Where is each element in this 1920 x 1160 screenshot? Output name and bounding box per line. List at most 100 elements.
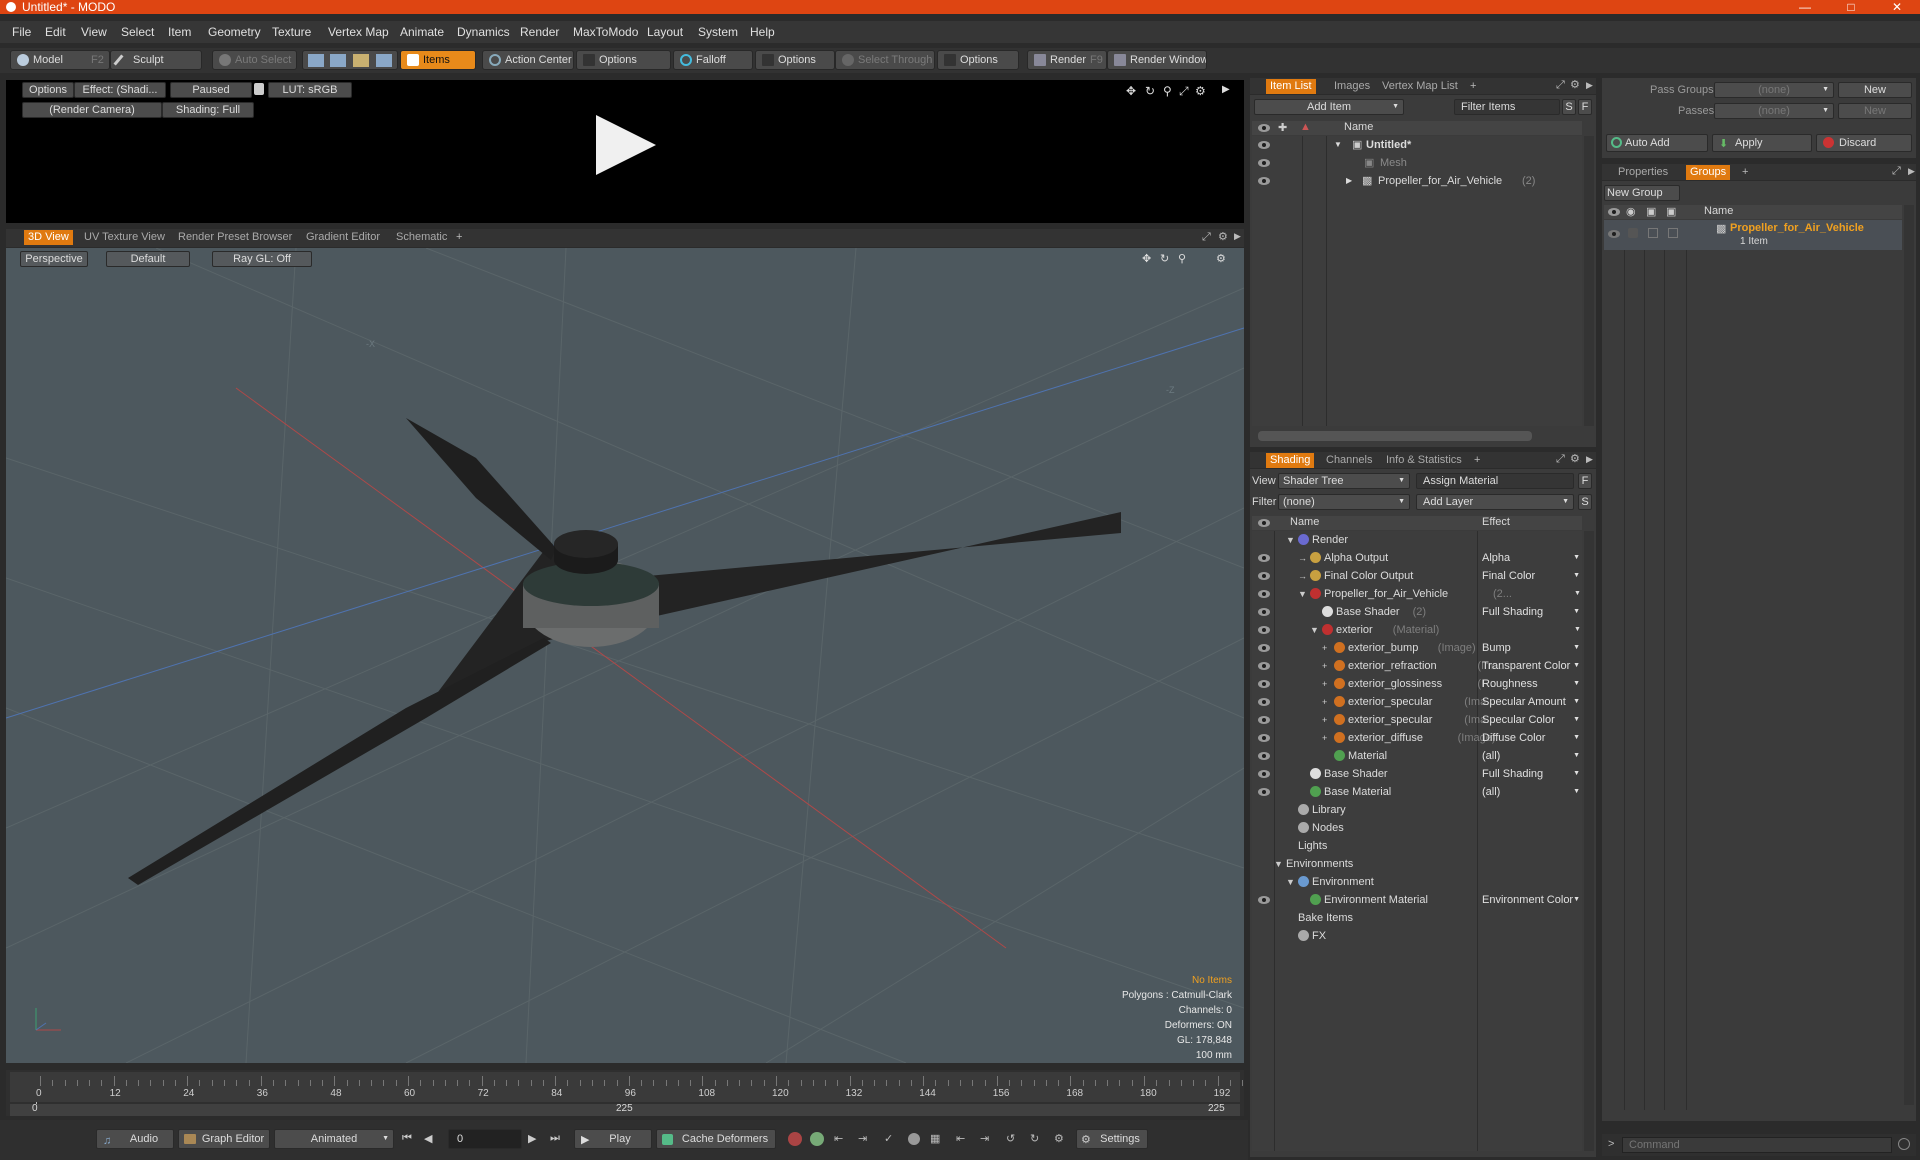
effect-dropdown[interactable]: Alpha ▼ xyxy=(1482,549,1582,567)
preview-effect-dropdown[interactable]: Effect: (Shadi... xyxy=(74,82,166,98)
tab-groups[interactable]: Groups xyxy=(1686,165,1731,180)
expand-plus-icon[interactable]: → xyxy=(1298,567,1307,585)
itemlist-gear-icon[interactable]: ⚙ xyxy=(1570,78,1580,91)
visibility-icon[interactable] xyxy=(1258,662,1270,670)
sculpt-button[interactable]: Sculpt xyxy=(110,50,202,70)
itemlist-s-button[interactable]: S xyxy=(1562,99,1576,115)
shader-row[interactable]: Bake Items xyxy=(1252,909,1582,927)
shader-row[interactable]: + exterior_diffuse (Image) Diffuse Color ▼ xyxy=(1252,729,1582,747)
shading-f-button[interactable]: F xyxy=(1578,473,1592,489)
visibility-icon[interactable] xyxy=(1608,230,1620,238)
audio-button[interactable]: ♫ Audio xyxy=(96,1129,174,1149)
effect-dropdown[interactable]: Transparent Color ▼ xyxy=(1482,657,1582,675)
passes-dropdown[interactable]: (none) xyxy=(1714,103,1834,119)
action-center-options-button[interactable]: Options xyxy=(576,50,671,70)
last-frame-icon[interactable]: ⏭ xyxy=(550,1132,560,1145)
menu-help[interactable]: Help xyxy=(750,21,775,43)
shader-row[interactable]: Base Shader Full Shading ▼ xyxy=(1252,765,1582,783)
itemlist-scrollbar[interactable] xyxy=(1584,136,1594,426)
raygl-toggle[interactable]: Ray GL: Off xyxy=(212,251,312,267)
record-icon[interactable] xyxy=(908,1133,920,1145)
visibility-icon[interactable] xyxy=(1258,770,1270,778)
effect-dropdown[interactable]: (all) ▼ xyxy=(1482,783,1582,801)
itemlist-f-button[interactable]: F xyxy=(1578,99,1592,115)
effect-dropdown[interactable]: Final Color ▼ xyxy=(1482,567,1582,585)
tab-item-list[interactable]: Item List xyxy=(1266,79,1316,94)
groups-maximize-icon[interactable]: ⤢ xyxy=(1892,165,1901,178)
shader-row[interactable]: + exterior_refraction (Im... Transparent Co… xyxy=(1252,657,1582,675)
shader-row[interactable]: Library xyxy=(1252,801,1582,819)
shader-row[interactable]: Base Shader (2) Full Shading ▼ xyxy=(1252,603,1582,621)
frame-input[interactable]: 0 xyxy=(448,1129,522,1149)
shader-tree-scrollbar[interactable] xyxy=(1584,531,1594,1151)
add-tab-icon[interactable]: + xyxy=(456,230,462,245)
tab-channels[interactable]: Channels xyxy=(1326,453,1372,468)
tab-properties[interactable]: Properties xyxy=(1618,165,1668,180)
shader-row[interactable]: Material (all) ▼ xyxy=(1252,747,1582,765)
timeline[interactable]: 0 12 24 36 48 60 72 84 96 108 120 132 144 156 168 180 19… xyxy=(6,1070,1428,1116)
add-tab-icon[interactable]: + xyxy=(1474,453,1480,468)
visibility-icon[interactable] xyxy=(1258,698,1270,706)
command-input[interactable] xyxy=(1622,1137,1892,1153)
add-tab-icon[interactable]: + xyxy=(1470,79,1476,94)
tab-3d-view[interactable]: 3D View xyxy=(24,230,73,245)
visibility-icon[interactable] xyxy=(1258,716,1270,724)
visibility-icon[interactable] xyxy=(1258,626,1270,634)
lut-dropdown[interactable]: LUT: sRGB xyxy=(268,82,352,98)
auto-select-button[interactable]: Auto Select xyxy=(212,50,297,70)
play-button[interactable]: ▶ Play xyxy=(574,1129,652,1149)
shader-row[interactable]: ▼ Environments xyxy=(1252,855,1582,873)
expand-arrow-icon[interactable]: ▼ xyxy=(1286,873,1295,891)
view-dropdown[interactable]: Shader Tree xyxy=(1278,473,1410,489)
menu-system[interactable]: System xyxy=(698,21,738,43)
menu-edit[interactable]: Edit xyxy=(45,21,66,43)
next-key-icon[interactable]: ▶ xyxy=(528,1132,536,1145)
expand-plus-icon[interactable]: + xyxy=(1322,657,1327,675)
expand-arrow-icon[interactable]: ▼ xyxy=(1286,531,1295,549)
expand-arrow-icon[interactable]: ▼ xyxy=(1274,855,1283,873)
range-bar[interactable]: 0 225 225 xyxy=(10,1103,1240,1116)
visibility-icon[interactable] xyxy=(1258,788,1270,796)
select-through-options-button[interactable]: Options xyxy=(937,50,1019,70)
new-group-button[interactable]: New Group xyxy=(1604,185,1680,201)
lock-icon[interactable] xyxy=(254,83,264,95)
expand-plus-icon[interactable]: + xyxy=(1322,639,1327,657)
shader-row[interactable]: Base Material (all) ▼ xyxy=(1252,783,1582,801)
viewport-rotate-icon[interactable]: ↻ xyxy=(1160,252,1169,265)
command-history-icon[interactable] xyxy=(1898,1138,1910,1150)
expand-arrow-icon[interactable]: ▶ xyxy=(1346,172,1352,190)
menu-item[interactable]: Item xyxy=(168,21,191,43)
preview-options-button[interactable]: Options xyxy=(22,82,74,98)
groups-scrollbar[interactable] xyxy=(1904,205,1914,1105)
expand-arrow-icon[interactable]: ▼ xyxy=(1334,136,1342,154)
viewport-menu-arrow-icon[interactable]: ▶ xyxy=(1234,231,1241,242)
shader-row[interactable]: ▼ Environment xyxy=(1252,873,1582,891)
visibility-icon[interactable] xyxy=(1258,590,1270,598)
visibility-icon[interactable] xyxy=(1258,752,1270,760)
step-back-icon[interactable]: ⇤ xyxy=(956,1132,965,1145)
preview-zoom-icon[interactable]: ⚲ xyxy=(1163,84,1172,98)
effect-dropdown[interactable]: Diffuse Color ▼ xyxy=(1482,729,1582,747)
shading-gear-icon[interactable]: ⚙ xyxy=(1570,452,1580,465)
visibility-icon[interactable] xyxy=(1258,554,1270,562)
3d-viewport[interactable]: -X -Z Perspective Default Ray GL: Off ✥ … xyxy=(6,248,1244,1063)
effect-dropdown[interactable]: Roughness ▼ xyxy=(1482,675,1582,693)
render-button[interactable]: Render F9 xyxy=(1027,50,1107,70)
visibility-icon[interactable] xyxy=(1258,141,1270,149)
discard-button[interactable]: Discard xyxy=(1816,134,1912,152)
items-mode-button[interactable]: Items xyxy=(400,50,476,70)
minimize-icon[interactable]: — xyxy=(1782,0,1828,14)
key-icon[interactable] xyxy=(810,1132,824,1146)
tab-shading[interactable]: Shading xyxy=(1266,453,1315,468)
visibility-icon[interactable] xyxy=(1258,644,1270,652)
vertices-mode-icon[interactable] xyxy=(308,54,324,67)
shader-row[interactable]: FX xyxy=(1252,927,1582,945)
shader-row[interactable]: ▼ exterior (Material) ▼ xyxy=(1252,621,1582,639)
tab-render-preset-browser[interactable]: Render Preset Browser xyxy=(178,230,292,245)
key-tool-icon[interactable]: ✓ xyxy=(884,1132,893,1145)
timeline-settings-button[interactable]: ⚙ Settings xyxy=(1076,1129,1148,1149)
visibility-icon[interactable] xyxy=(1258,896,1270,904)
viewport-zoom-icon[interactable]: ⚲ xyxy=(1178,252,1186,265)
shader-row[interactable]: ▼ Render xyxy=(1252,531,1582,549)
tab-uv-texture-view[interactable]: UV Texture View xyxy=(84,230,165,245)
